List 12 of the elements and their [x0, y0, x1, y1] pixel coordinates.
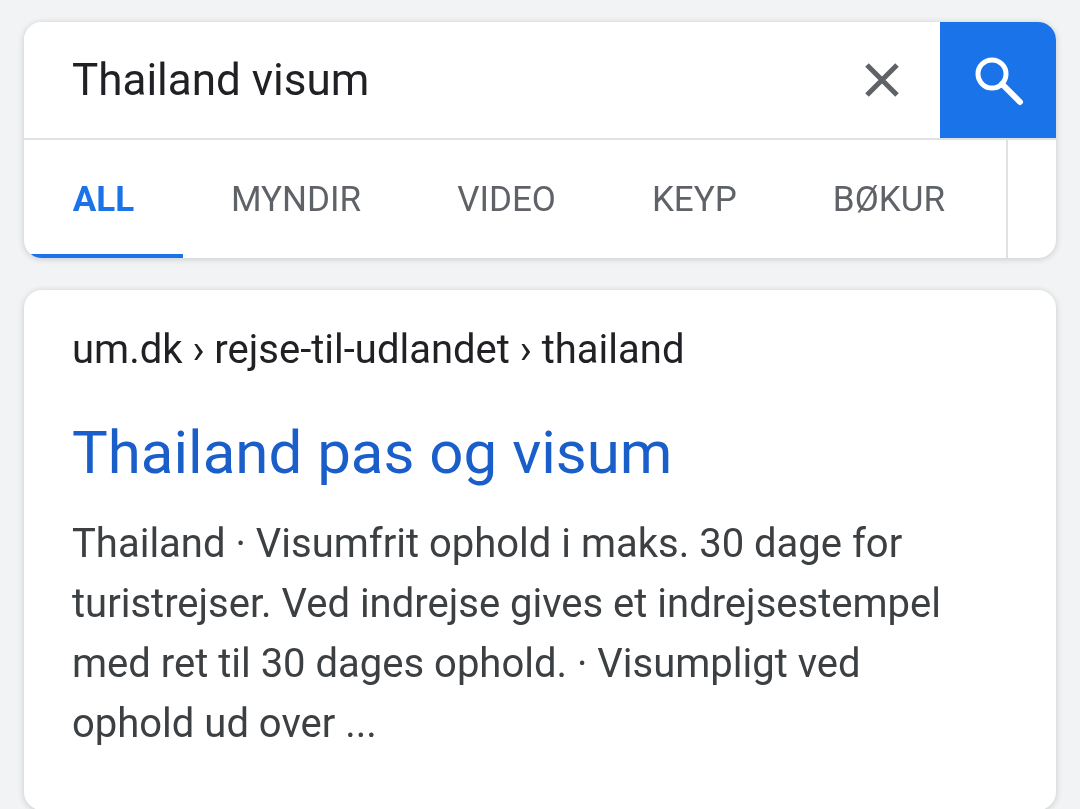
search-button[interactable]: [940, 22, 1056, 138]
result-snippet: Thailand · Visumfrit ophold i maks. 30 dage for turistrejser. Ved indrejse gives et indrejsestempel med ret til 30 dages ophold. · Visumpligt ved ophold ud over ...: [72, 519, 942, 749]
result-title-link[interactable]: Thailand pas og visum: [72, 420, 673, 486]
search-bar[interactable]: Thailand visum: [24, 22, 1056, 140]
tab[interactable]: KEYP: [603, 140, 785, 258]
tab[interactable]: BØKUR: [784, 140, 993, 258]
breadcrumb: um.dk › rejse-til-udlandet › thailand: [72, 326, 686, 374]
tab[interactable]: ALL: [24, 140, 183, 258]
search-field[interactable]: Thailand visum: [24, 22, 852, 138]
close-icon: [864, 62, 900, 98]
tab[interactable]: MYNDIR: [183, 140, 410, 258]
tab[interactable]: VIDEO: [409, 140, 604, 258]
